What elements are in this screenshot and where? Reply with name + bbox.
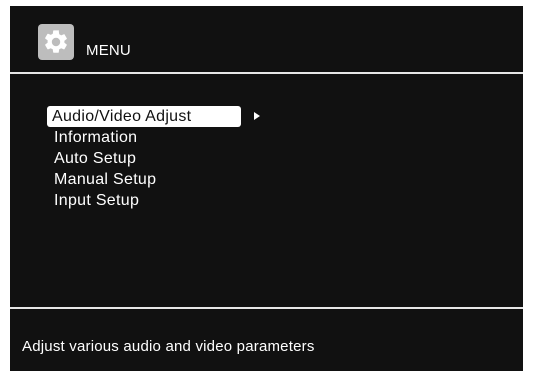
- gear-icon-svg: [45, 30, 67, 53]
- menu-item-audio-video-adjust[interactable]: Audio/Video Adjust: [47, 106, 241, 127]
- menu-screen: MENU Audio/Video Adjust Information Auto…: [10, 6, 523, 371]
- menu-item-information[interactable]: Information: [48, 127, 244, 148]
- main-menu-list: Audio/Video Adjust Information Auto Setu…: [47, 106, 260, 211]
- menu-item-manual-setup[interactable]: Manual Setup: [48, 169, 244, 190]
- divider-top: [10, 72, 523, 74]
- menu-item-auto-setup[interactable]: Auto Setup: [48, 148, 244, 169]
- arrow-right-icon: [254, 112, 260, 120]
- page-title: MENU: [86, 42, 131, 59]
- menu-header: MENU: [10, 6, 523, 72]
- menu-item-input-setup[interactable]: Input Setup: [48, 190, 244, 211]
- menu-description: Adjust various audio and video parameter…: [22, 338, 315, 355]
- gear-icon: [38, 24, 74, 60]
- divider-bottom: [10, 307, 523, 309]
